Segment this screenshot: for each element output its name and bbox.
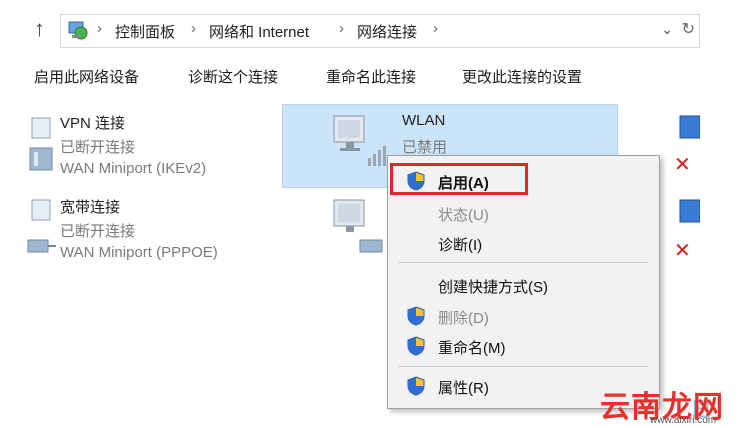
connection-device: WAN Miniport (IKEv2) (60, 160, 207, 177)
chevron-right-icon: › (97, 20, 102, 37)
menu-item-rename[interactable]: 重命名(M) (388, 331, 659, 361)
vpn-adapter-icon (29, 117, 53, 171)
address-bar[interactable]: › 控制面板 › 网络和 Internet › 网络连接 › ⌄ ↻ (60, 14, 700, 48)
command-bar: 启用此网络设备 诊断这个连接 重命名此连接 更改此连接的设置 (0, 58, 737, 98)
breadcrumb-control-panel[interactable]: 控制面板 (115, 21, 175, 42)
address-bar-area: ↑ › 控制面板 › 网络和 Internet › 网络连接 › ⌄ ↻ (0, 0, 737, 58)
control-panel-icon (68, 21, 88, 40)
broadband-adapter-icon (27, 199, 56, 253)
menu-item-label: 创建快捷方式(S) (438, 279, 548, 296)
menu-item-diagnose[interactable]: 诊断(I) (388, 228, 659, 258)
uac-shield-icon (407, 376, 425, 396)
network-adapter-icon (679, 115, 700, 139)
chevron-down-icon[interactable]: ⌄ (661, 21, 673, 38)
menu-separator (398, 366, 648, 367)
refresh-icon[interactable]: ↻ (682, 19, 695, 39)
breadcrumb-network-internet[interactable]: 网络和 Internet (209, 21, 309, 42)
up-arrow-icon[interactable]: ↑ (34, 18, 45, 40)
rename-connection-button[interactable]: 重命名此连接 (326, 66, 416, 87)
chevron-right-icon: › (433, 20, 438, 37)
menu-item-create-shortcut[interactable]: 创建快捷方式(S) (388, 270, 659, 300)
menu-item-status[interactable]: 状态(U) (388, 198, 659, 228)
chevron-right-icon: › (339, 20, 344, 37)
menu-item-label: 状态(U) (438, 207, 489, 224)
uac-shield-icon (407, 336, 425, 356)
enable-device-button[interactable]: 启用此网络设备 (34, 66, 139, 87)
menu-item-label: 属性(R) (438, 380, 489, 397)
connection-status: 已断开连接 (60, 223, 136, 240)
connection-status: 已禁用 (402, 139, 448, 156)
menu-item-label: 诊断(I) (438, 237, 483, 254)
connection-name: 宽带连接 (60, 199, 121, 216)
menu-item-label: 重命名(M) (438, 340, 506, 357)
breadcrumb-network-connections[interactable]: 网络连接 (357, 21, 417, 42)
connection-name: VPN 连接 (60, 115, 126, 132)
diagnose-connection-button[interactable]: 诊断这个连接 (188, 66, 278, 87)
menu-separator (398, 262, 648, 263)
menu-item-delete[interactable]: 删除(D) (388, 301, 659, 331)
connection-item-vpn[interactable]: VPN 连接 已断开连接 WAN Miniport (IKEv2) (0, 108, 260, 184)
network-adapter-icon (333, 199, 383, 253)
connection-status: 已断开连接 (60, 139, 136, 156)
connection-name: WLAN (402, 112, 446, 129)
disconnected-x-icon: ✕ (674, 240, 691, 262)
annotation-highlight-box (390, 163, 528, 195)
disconnected-x-icon: ✕ (674, 154, 691, 176)
wlan-adapter-icon (333, 115, 386, 166)
uac-shield-icon (407, 306, 425, 326)
connection-item-broadband[interactable]: 宽带连接 已断开连接 WAN Miniport (PPPOE) (0, 192, 260, 268)
network-adapter-icon (679, 199, 700, 223)
connection-device: WAN Miniport (PPPOE) (60, 244, 218, 261)
change-settings-button[interactable]: 更改此连接的设置 (462, 66, 582, 87)
menu-item-label: 删除(D) (438, 310, 489, 327)
chevron-right-icon: › (191, 20, 196, 37)
watermark-url: www.aixiri.com (650, 415, 717, 426)
